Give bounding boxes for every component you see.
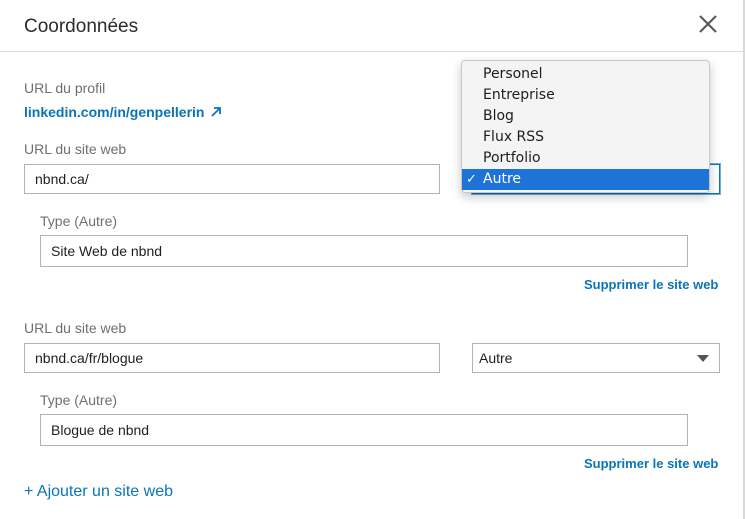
website-type-value: Site Web de nbnd xyxy=(51,243,163,259)
dropdown-option[interactable]: Portfolio xyxy=(462,148,709,169)
website-type-label: Type (Autre) xyxy=(40,392,118,408)
remove-website-button[interactable]: Supprimer le site web xyxy=(584,277,718,292)
dropdown-option[interactable]: Personel xyxy=(462,64,709,85)
option-label: Entreprise xyxy=(483,87,555,103)
website-url-input[interactable]: nbnd.ca/fr/blogue xyxy=(24,343,440,373)
modal-title: Coordonnées xyxy=(24,16,139,37)
option-label: Portfolio xyxy=(483,150,541,166)
contact-info-modal: Coordonnées URL du profil linkedin.com/i… xyxy=(0,0,745,519)
dropdown-option[interactable]: Entreprise xyxy=(462,85,709,106)
add-website-button[interactable]: + Ajouter un site web xyxy=(24,483,173,501)
option-label: Personel xyxy=(483,66,543,82)
option-label: Blog xyxy=(483,108,514,124)
website-type-dropdown: Personel Entreprise Blog Flux RSS Portfo… xyxy=(461,60,710,193)
website-url-value: nbnd.ca/fr/blogue xyxy=(35,350,144,366)
website-type-input[interactable]: Site Web de nbnd xyxy=(40,235,688,267)
checkmark-icon: ✓ xyxy=(466,172,477,187)
website-type-value: Blogue de nbnd xyxy=(51,422,150,438)
profile-url-text: linkedin.com/in/genpellerin xyxy=(24,104,205,120)
profile-url-link[interactable]: linkedin.com/in/genpellerin xyxy=(24,104,222,120)
website-url-label: URL du site web xyxy=(24,320,127,336)
dropdown-option[interactable]: Flux RSS xyxy=(462,127,709,148)
external-arrow-icon xyxy=(211,107,222,117)
option-label: Flux RSS xyxy=(483,129,545,145)
website-type-label: Type (Autre) xyxy=(40,213,118,229)
website-url-value: nbnd.ca/ xyxy=(35,171,89,187)
website-type-select-value: Autre xyxy=(479,350,513,366)
remove-website-button[interactable]: Supprimer le site web xyxy=(584,456,718,471)
website-url-label: URL du site web xyxy=(24,141,127,157)
dropdown-option[interactable]: Blog xyxy=(462,106,709,127)
profile-url-label: URL du profil xyxy=(24,80,106,96)
website-type-select[interactable]: Autre xyxy=(472,343,720,373)
dropdown-option-selected[interactable]: ✓ Autre xyxy=(462,169,709,190)
website-url-input[interactable]: nbnd.ca/ xyxy=(24,164,440,194)
website-type-input[interactable]: Blogue de nbnd xyxy=(40,414,688,446)
chevron-down-icon xyxy=(697,355,709,362)
option-label: Autre xyxy=(483,171,522,187)
close-icon xyxy=(699,15,717,33)
modal-header: Coordonnées xyxy=(0,0,743,52)
close-button[interactable] xyxy=(696,12,720,36)
